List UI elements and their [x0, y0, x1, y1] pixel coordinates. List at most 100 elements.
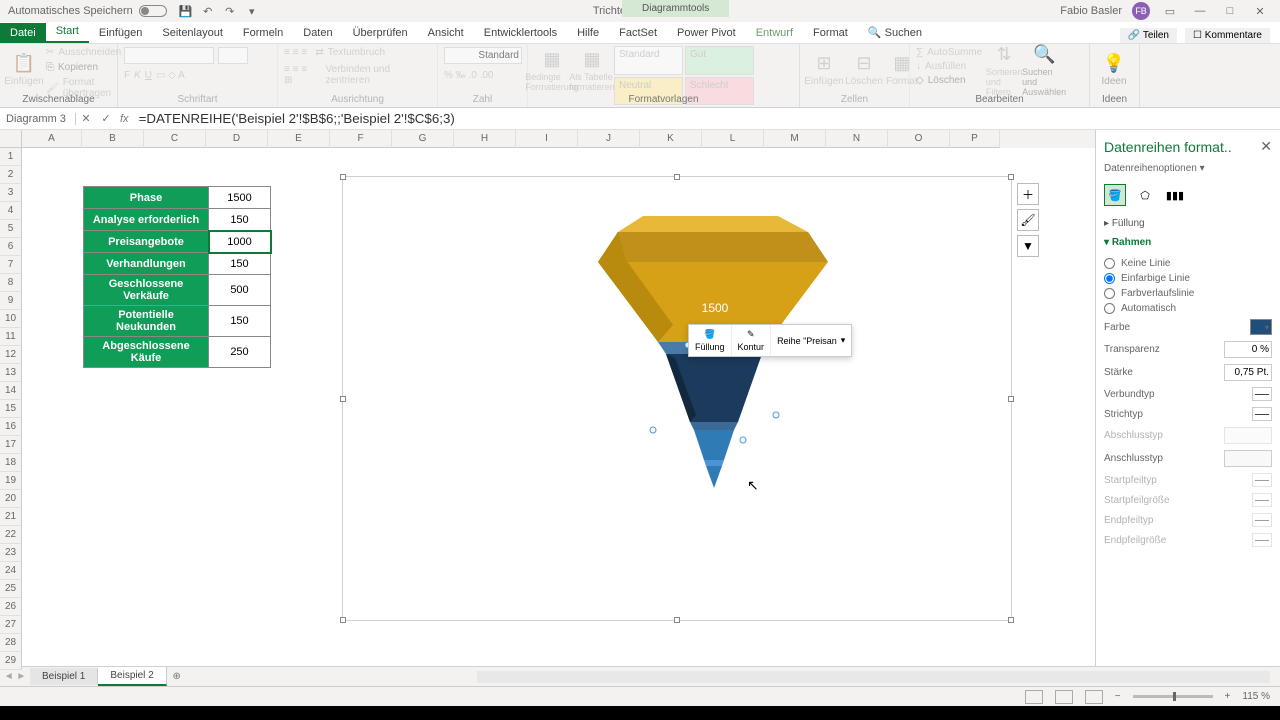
col-header[interactable]: L	[702, 130, 764, 148]
table-row-label[interactable]: Preisangebote	[84, 231, 209, 253]
table-row-value[interactable]: 150	[209, 306, 271, 337]
row-header[interactable]: 21	[0, 508, 22, 526]
tab-powerpivot[interactable]: Power Pivot	[667, 23, 746, 43]
table-row-value[interactable]: 150	[209, 253, 271, 275]
share-button[interactable]: 🔗 Teilen	[1120, 28, 1177, 43]
undo-icon[interactable]: ↶	[200, 3, 216, 19]
ribbon-options-icon[interactable]: ▭	[1160, 3, 1180, 19]
section-fill[interactable]: ▸ Füllung	[1096, 214, 1280, 233]
qat-dropdown-icon[interactable]: ▾	[244, 3, 260, 19]
tab-ueberpruefen[interactable]: Überprüfen	[343, 23, 418, 43]
col-header[interactable]: H	[454, 130, 516, 148]
close-icon[interactable]: ✕	[1250, 3, 1270, 19]
row-header[interactable]: 24	[0, 562, 22, 580]
maximize-icon[interactable]: □	[1220, 3, 1240, 19]
formula-input[interactable]	[133, 111, 1280, 126]
series-options-tab-icon[interactable]: ▮▮▮	[1164, 184, 1186, 206]
zoom-in-icon[interactable]: +	[1225, 691, 1231, 702]
col-header[interactable]: G	[392, 130, 454, 148]
tab-einfuegen[interactable]: Einfügen	[89, 23, 152, 43]
format-pane-close-icon[interactable]: ✕	[1260, 138, 1272, 155]
ideas-button[interactable]: 💡Ideen	[1096, 46, 1132, 94]
normal-view-icon[interactable]	[1025, 690, 1043, 704]
zoom-out-icon[interactable]: −	[1115, 691, 1121, 702]
row-header[interactable]: 7	[0, 256, 22, 274]
row-header[interactable]: 4	[0, 202, 22, 220]
row-header[interactable]: 25	[0, 580, 22, 598]
horizontal-scrollbar[interactable]	[477, 671, 1270, 683]
mini-fill-button[interactable]: 🪣Füllung	[689, 325, 732, 356]
tab-daten[interactable]: Daten	[293, 23, 342, 43]
mini-outline-button[interactable]: ✎Kontur	[732, 325, 772, 356]
row-header[interactable]: 9	[0, 292, 22, 310]
fx-icon[interactable]: fx	[116, 113, 133, 125]
col-header[interactable]: E	[268, 130, 330, 148]
zoom-level[interactable]: 115 %	[1242, 691, 1270, 702]
select-all-button[interactable]	[0, 130, 22, 148]
table-row-value[interactable]: 150	[209, 209, 271, 231]
chart-elements-button[interactable]: ＋	[1017, 183, 1039, 205]
row-header[interactable]: 15	[0, 400, 22, 418]
effects-tab-icon[interactable]: ⬠	[1134, 184, 1156, 206]
row-header[interactable]: 8	[0, 274, 22, 292]
page-layout-view-icon[interactable]	[1055, 690, 1073, 704]
row-header[interactable]: 22	[0, 526, 22, 544]
col-header[interactable]: M	[764, 130, 826, 148]
col-header[interactable]: K	[640, 130, 702, 148]
tab-ansicht[interactable]: Ansicht	[418, 23, 474, 43]
format-pane-subtitle[interactable]: Datenreihenoptionen ▾	[1096, 163, 1280, 180]
border-auto-radio[interactable]: Automatisch	[1104, 301, 1272, 316]
save-icon[interactable]: 💾	[178, 3, 194, 19]
col-header[interactable]: B	[82, 130, 144, 148]
row-header[interactable]: 20	[0, 490, 22, 508]
col-header[interactable]: A	[22, 130, 82, 148]
width-input[interactable]	[1224, 364, 1272, 381]
row-header[interactable]: 29	[0, 652, 22, 670]
table-row-label[interactable]: Verhandlungen	[84, 253, 209, 275]
row-header[interactable]: 6	[0, 238, 22, 256]
autosave-toggle[interactable]	[139, 5, 167, 17]
row-header[interactable]: 14	[0, 382, 22, 400]
row-header[interactable]: 10	[0, 310, 22, 328]
row-header[interactable]: 16	[0, 418, 22, 436]
redo-icon[interactable]: ↷	[222, 3, 238, 19]
tab-datei[interactable]: Datei	[0, 23, 46, 43]
row-header[interactable]: 28	[0, 634, 22, 652]
copy-button[interactable]: ⎘ Kopieren	[46, 61, 121, 74]
tab-seitenlayout[interactable]: Seitenlayout	[152, 23, 233, 43]
col-header[interactable]: O	[888, 130, 950, 148]
minimize-icon[interactable]: —	[1190, 3, 1210, 19]
row-header[interactable]: 18	[0, 454, 22, 472]
confirm-formula-icon[interactable]: ✓	[96, 112, 116, 125]
row-header[interactable]: 5	[0, 220, 22, 238]
tab-format[interactable]: Format	[803, 23, 858, 43]
row-header[interactable]: 12	[0, 346, 22, 364]
col-header[interactable]: F	[330, 130, 392, 148]
row-header[interactable]: 3	[0, 184, 22, 202]
col-header[interactable]: I	[516, 130, 578, 148]
dash-type-dd[interactable]	[1252, 407, 1272, 421]
sheet-tab-2[interactable]: Beispiel 2	[98, 667, 166, 686]
row-header[interactable]: 13	[0, 364, 22, 382]
tab-start[interactable]: Start	[46, 21, 89, 43]
tab-hilfe[interactable]: Hilfe	[567, 23, 609, 43]
row-header[interactable]: 27	[0, 616, 22, 634]
chart-area[interactable]: ＋ 🖌 ▼ 1500	[342, 176, 1012, 621]
compound-type-dd[interactable]	[1252, 387, 1272, 401]
row-header[interactable]: 2	[0, 166, 22, 184]
zoom-slider[interactable]	[1133, 695, 1213, 698]
chart-filter-button[interactable]: ▼	[1017, 235, 1039, 257]
border-solid-radio[interactable]: Einfarbige Linie	[1104, 271, 1272, 286]
user-avatar[interactable]: FB	[1132, 2, 1150, 20]
table-row-value[interactable]: 500	[209, 275, 271, 306]
add-sheet-button[interactable]: ⊕	[167, 671, 187, 682]
sheet-tab-1[interactable]: Beispiel 1	[30, 668, 98, 685]
transparency-input[interactable]	[1224, 341, 1272, 358]
sheet-nav[interactable]: ◄ ►	[0, 671, 30, 682]
col-header[interactable]: N	[826, 130, 888, 148]
row-header[interactable]: 1	[0, 148, 22, 166]
row-header[interactable]: 17	[0, 436, 22, 454]
find-select-button[interactable]: 🔍Suchen und Auswählen	[1026, 46, 1062, 94]
table-row-value[interactable]: 1000	[209, 231, 271, 253]
join-type-dd[interactable]	[1224, 450, 1272, 467]
